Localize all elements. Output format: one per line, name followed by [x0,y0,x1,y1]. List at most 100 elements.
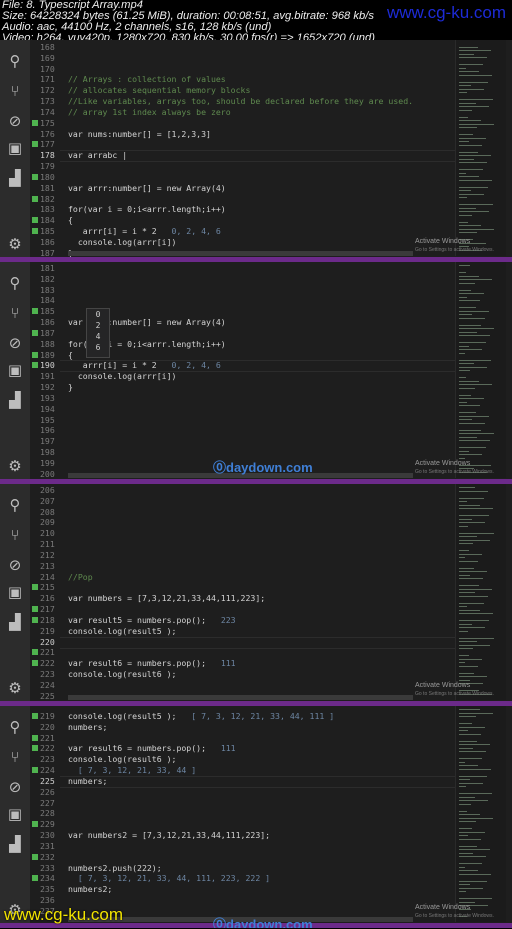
code-line[interactable]: 176 var nums:number[] = [1,2,3,3] [0,129,512,140]
code-line[interactable]: 211 [0,539,512,550]
code-line[interactable]: 228 [0,808,512,819]
code-line[interactable]: 232 [0,852,512,863]
minimap-line [459,88,484,90]
minimap-line [459,335,490,336]
code-line[interactable]: 182 [0,194,512,205]
code-line[interactable]: 229 [0,819,512,830]
code-line[interactable]: 187 [0,328,512,339]
minimap-line [459,550,469,551]
code-line[interactable]: 193 [0,393,512,404]
code-line[interactable]: 218 var result5 = numbers.pop(); 223 [0,615,512,626]
code-line[interactable]: 224 [ 7, 3, 12, 21, 33, 44 ] [0,765,512,776]
code-line[interactable]: 226 [0,787,512,798]
code-line[interactable]: 189 { [0,350,512,361]
code-line[interactable]: 191 console.log(arrr[i]) [0,371,512,382]
minimap[interactable] [455,484,506,700]
code-line[interactable]: 171 // Arrays : collection of values [0,74,512,85]
code-line[interactable]: 234 [ 7, 3, 12, 21, 33, 44, 111, 223, 22… [0,873,512,884]
line-number: 184 [40,295,55,306]
code-line[interactable]: 184 [0,295,512,306]
code-line[interactable]: 173 //Like variables, arrays too, should … [0,96,512,107]
minimap-line [459,571,487,572]
horizontal-scrollbar[interactable] [68,251,413,256]
minimap[interactable] [455,706,506,922]
code-line[interactable]: 223 console.log(result6 ); [0,754,512,765]
code-line[interactable]: 183 [0,285,512,296]
code-line[interactable]: 172 // allocates sequential memory blocks [0,85,512,96]
code-line[interactable]: 223 console.log(result6 ); [0,669,512,680]
code-line[interactable]: 185 [0,306,512,317]
minimap-line [459,197,467,198]
code-line[interactable]: 220 [0,637,512,648]
code-line[interactable]: 168 [0,42,512,53]
modified-marker [32,713,38,719]
code-line[interactable]: 179 [0,161,512,172]
code-line[interactable]: 169 [0,53,512,64]
hover-popup: 0 2 4 6 [86,308,110,358]
code-line[interactable]: 188 for(var i = 0;i<arrr.length;i++) [0,339,512,350]
code-line[interactable]: 181 var arrr:number[] = new Array(4) [0,183,512,194]
minimap-line [459,543,473,544]
code-line[interactable]: 227 [0,798,512,809]
code-line[interactable]: 214 //Pop [0,572,512,583]
code-line[interactable]: 197 [0,436,512,447]
code-line[interactable]: 216 var numbers = [7,3,12,21,33,44,111,22… [0,593,512,604]
minimap[interactable] [455,262,506,478]
line-number: 193 [40,392,55,403]
code-line[interactable]: 180 [0,172,512,183]
minimap-line [459,92,467,93]
code-line[interactable]: 208 [0,507,512,518]
code-line[interactable]: 185 arrr[i] = i * 2 0, 2, 4, 6 [0,226,512,237]
code-line[interactable]: 225 numbers; [0,776,512,787]
code-line[interactable]: 222 var result6 = numbers.pop(); 111 [0,743,512,754]
code-line[interactable]: 221 [0,733,512,744]
code-line[interactable]: 184 { [0,215,512,226]
minimap[interactable] [455,40,506,256]
code-line[interactable]: 230 var numbers2 = [7,3,12,21,33,44,111,2… [0,830,512,841]
code-line[interactable]: 195 [0,415,512,426]
line-number: 170 [40,63,55,74]
code-line[interactable]: 174 // array 1st index always be zero [0,107,512,118]
minimap-line [459,169,483,170]
minimap-line [459,296,467,298]
code-line[interactable]: 221 [0,647,512,658]
code-line[interactable]: 178 var arrabc | [0,150,512,161]
code-line[interactable]: 183 for(var i = 0;i<arrr.length;i++) [0,204,512,215]
minimap-line [459,272,466,273]
minimap-line [459,415,489,417]
code-line[interactable]: 235 numbers2; [0,884,512,895]
code-line[interactable]: 219 console.log(result5 ); [ 7, 3, 12, 21… [0,711,512,722]
minimap-line [459,588,492,590]
minimap-line [459,429,481,431]
line-number: 224 [40,679,55,690]
code-line[interactable]: 233 numbers2.push(222); [0,863,512,874]
code-line[interactable]: 194 [0,404,512,415]
minimap-line [459,447,486,448]
code-line[interactable]: 182 [0,274,512,285]
horizontal-scrollbar[interactable] [68,695,413,700]
code-line[interactable]: 212 [0,550,512,561]
code-line[interactable]: 190 arrr[i] = i * 2 0, 2, 4, 6 [0,360,512,371]
code-line[interactable]: 213 [0,561,512,572]
code-line[interactable]: 215 [0,582,512,593]
code-line[interactable]: 222 var result6 = numbers.pop(); 111 [0,658,512,669]
code-line[interactable]: 207 [0,496,512,507]
code-line[interactable]: 181 [0,263,512,274]
code-line[interactable]: 220 numbers; [0,722,512,733]
code-line[interactable]: 175 [0,118,512,129]
code-line[interactable]: 186 var arrr:number[] = new Array(4) [0,317,512,328]
code-line[interactable]: 219 console.log(result5 ); [0,626,512,637]
code-line[interactable]: 177 [0,139,512,150]
code-line[interactable]: 170 [0,64,512,75]
minimap-line [459,490,488,492]
line-number: 182 [40,193,55,204]
code-line[interactable]: 231 [0,841,512,852]
code-line[interactable]: 206 [0,485,512,496]
code-line[interactable]: 196 [0,425,512,436]
code-line[interactable]: 209 [0,517,512,528]
code-line[interactable]: 192} [0,382,512,393]
code-line[interactable]: 217 [0,604,512,615]
minimap-line [459,314,472,315]
minimap-line [459,116,468,118]
code-line[interactable]: 210 [0,528,512,539]
